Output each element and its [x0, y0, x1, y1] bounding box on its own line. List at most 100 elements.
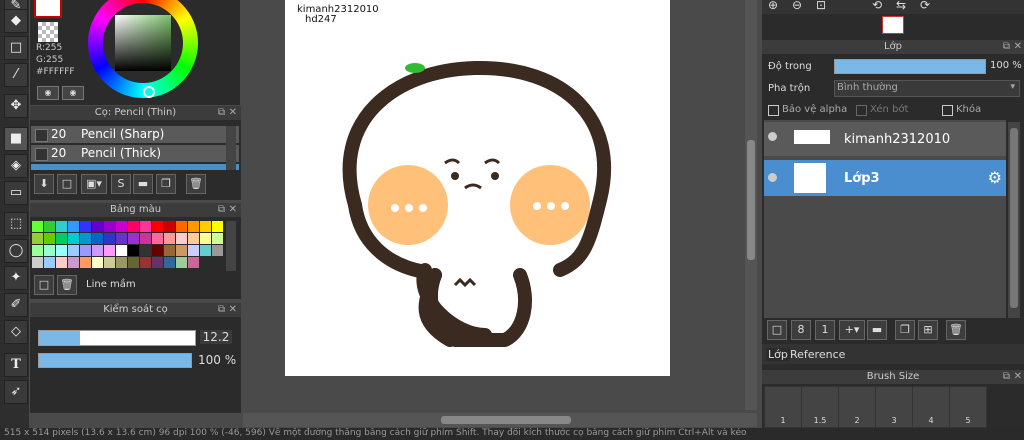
palette-color-swatch[interactable]: [116, 221, 127, 232]
text-tool-icon[interactable]: T: [4, 353, 28, 377]
palette-color-swatch[interactable]: [116, 233, 127, 244]
palette-color-swatch[interactable]: [80, 233, 91, 244]
layer-opacity-slider[interactable]: [834, 59, 986, 74]
brush-size-preset[interactable]: 1: [764, 386, 802, 428]
palette-color-swatch[interactable]: [140, 233, 151, 244]
saturation-square[interactable]: [115, 15, 171, 71]
rect-select-tool-icon[interactable]: □: [4, 36, 28, 60]
brush-opacity-slider[interactable]: [38, 353, 192, 368]
layer-scroll-thumb[interactable]: [1010, 128, 1018, 308]
palette-color-swatch[interactable]: [164, 221, 175, 232]
palette-color-swatch[interactable]: [164, 257, 175, 268]
palette-color-swatch[interactable]: [92, 233, 103, 244]
palette-color-swatch[interactable]: [104, 257, 115, 268]
new-brush-icon[interactable]: □: [57, 174, 77, 194]
panel-float-icon[interactable]: ⧉: [1003, 40, 1010, 54]
brush-tool-icon[interactable]: ⁄: [4, 63, 28, 87]
zoom-in-icon[interactable]: ⊕: [768, 0, 778, 12]
color-mode-button-2[interactable]: ◉: [62, 86, 84, 100]
panel-float-icon[interactable]: ⧉: [218, 106, 225, 120]
palette-color-swatch[interactable]: [56, 221, 67, 232]
brush-item[interactable]: 20 Pencil (Thick): [31, 145, 239, 162]
magic-wand-tool-icon[interactable]: ✦: [4, 266, 28, 290]
layer-folder-icon[interactable]: ▬: [867, 320, 887, 340]
palette-scrollbar[interactable]: [226, 221, 236, 271]
add-layer-menu-icon[interactable]: +▾: [839, 320, 865, 340]
palette-color-swatch[interactable]: [32, 257, 43, 268]
palette-color-swatch[interactable]: [140, 245, 151, 256]
fill-rect-tool-icon[interactable]: ■: [4, 127, 28, 151]
palette-color-swatch[interactable]: [104, 221, 115, 232]
palette-color-swatch[interactable]: [200, 221, 211, 232]
duplicate-brush-icon[interactable]: ❐: [156, 174, 176, 194]
palette-color-swatch[interactable]: [68, 245, 79, 256]
visibility-dot-icon[interactable]: [768, 173, 777, 182]
rotate-right-icon[interactable]: ⟳: [920, 0, 930, 12]
palette-color-swatch[interactable]: [200, 233, 211, 244]
palette-color-swatch[interactable]: [212, 245, 223, 256]
palette-color-swatch[interactable]: [152, 257, 163, 268]
brush-size-slider[interactable]: [38, 330, 196, 346]
blend-mode-select[interactable]: Bình thường ▾: [834, 80, 1020, 97]
palette-color-swatch[interactable]: [164, 233, 175, 244]
palette-color-swatch[interactable]: [140, 257, 151, 268]
palette-color-swatch[interactable]: [56, 257, 67, 268]
palette-color-swatch[interactable]: [44, 245, 55, 256]
brush-size-value[interactable]: 12.2: [200, 330, 232, 344]
palette-color-swatch[interactable]: [92, 257, 103, 268]
gear-icon[interactable]: ⚙: [988, 168, 1002, 187]
palette-color-swatch[interactable]: [32, 221, 43, 232]
palette-color-swatch[interactable]: [56, 245, 67, 256]
palette-color-swatch[interactable]: [128, 257, 139, 268]
palette-color-swatch[interactable]: [164, 245, 175, 256]
new-layer-1bit-icon[interactable]: 1: [815, 320, 835, 340]
palette-color-swatch[interactable]: [92, 245, 103, 256]
palette-color-swatch[interactable]: [176, 245, 187, 256]
brush-scrollbar[interactable]: [226, 126, 236, 170]
palette-color-swatch[interactable]: [44, 257, 55, 268]
layer-row[interactable]: kimanh2312010: [764, 122, 1006, 156]
horizontal-scroll-thumb[interactable]: [441, 416, 571, 424]
tab-reference[interactable]: Reference: [790, 348, 845, 361]
gradient-tool-icon[interactable]: ▭: [4, 181, 28, 205]
brush-size-preset[interactable]: 4: [912, 386, 950, 428]
add-brush-icon[interactable]: ▣▾: [81, 174, 107, 194]
panel-float-icon[interactable]: ⧉: [1003, 370, 1010, 384]
rotate-left-icon[interactable]: ⟲: [872, 0, 882, 12]
panel-close-icon[interactable]: ✕: [1014, 370, 1022, 384]
vertical-scroll-thumb[interactable]: [747, 140, 755, 260]
zoom-out-icon[interactable]: ⊖: [792, 0, 802, 12]
palette-color-swatch[interactable]: [92, 221, 103, 232]
panel-float-icon[interactable]: ⧉: [218, 303, 225, 317]
brush-settings-icon[interactable]: S: [111, 174, 131, 194]
download-brush-icon[interactable]: ⬇: [34, 174, 54, 194]
palette-color-swatch[interactable]: [116, 245, 127, 256]
new-layer-8bit-icon[interactable]: 8: [791, 320, 811, 340]
lock-checkbox[interactable]: [942, 105, 953, 116]
move-tool-icon[interactable]: ✥: [4, 94, 28, 118]
clip-checkbox[interactable]: [856, 105, 867, 116]
palette-color-swatch[interactable]: [68, 221, 79, 232]
palette-color-swatch[interactable]: [80, 221, 91, 232]
palette-color-swatch[interactable]: [176, 257, 187, 268]
merge-layer-icon[interactable]: ⊞: [918, 320, 938, 340]
bucket-tool-icon[interactable]: ◈: [4, 154, 28, 178]
transparent-swatch[interactable]: [38, 22, 58, 42]
brush-item-selected[interactable]: [31, 164, 239, 170]
delete-palette-icon[interactable]: 🗑: [57, 275, 77, 295]
tab-layer[interactable]: Lớp: [766, 348, 790, 361]
flip-icon[interactable]: ⇆: [896, 0, 906, 12]
palette-color-swatch[interactable]: [212, 221, 223, 232]
lasso-tool-icon[interactable]: ◯: [4, 239, 28, 263]
panel-close-icon[interactable]: ✕: [1014, 40, 1022, 54]
eyedropper-tool-icon[interactable]: ➶: [4, 380, 28, 404]
palette-color-swatch[interactable]: [188, 257, 199, 268]
palette-color-swatch[interactable]: [68, 257, 79, 268]
brush-size-preset[interactable]: 2: [838, 386, 876, 428]
eraser-tool-icon[interactable]: ◆: [4, 9, 28, 33]
brush-size-preset[interactable]: 1.5: [801, 386, 839, 428]
palette-color-swatch[interactable]: [44, 221, 55, 232]
panel-close-icon[interactable]: ✕: [229, 303, 237, 317]
panel-close-icon[interactable]: ✕: [229, 106, 237, 120]
palette-color-swatch[interactable]: [188, 245, 199, 256]
